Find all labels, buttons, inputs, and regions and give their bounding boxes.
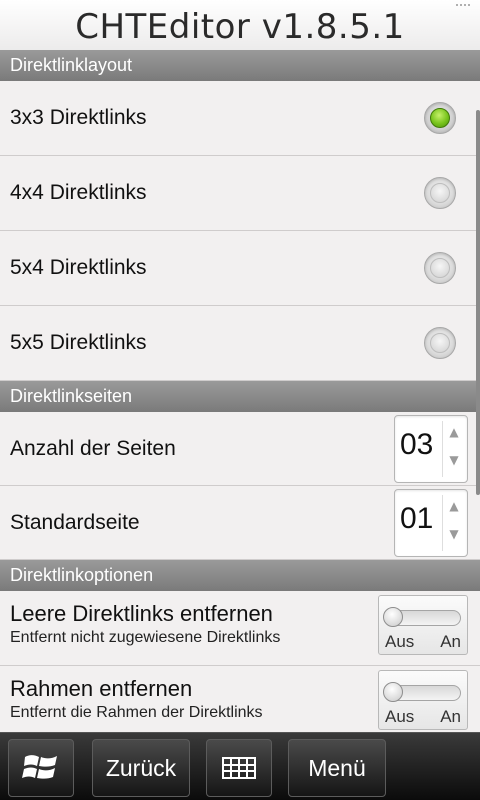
layout-option-4x4[interactable]: 4x4 Direktlinks <box>0 156 480 231</box>
layout-option-label: 3x3 Direktlinks <box>10 106 147 129</box>
keyboard-button[interactable] <box>206 739 272 797</box>
toggle-switch-remove-empty[interactable]: Aus An <box>378 595 468 655</box>
bottom-softkey-bar: Zurück Menü <box>0 732 480 800</box>
option-subtitle: Entfernt nicht zugewiesene Direktlinks <box>10 629 281 646</box>
toggle-switch-remove-frames[interactable]: Aus An <box>378 670 468 730</box>
keyboard-icon <box>222 757 256 779</box>
chevron-up-icon[interactable]: ▲ <box>447 499 461 513</box>
radio-dot <box>430 258 450 278</box>
menu-button[interactable]: Menü <box>288 739 386 797</box>
option-remove-frames-row: Rahmen entfernen Entfernt die Rahmen der… <box>0 666 480 732</box>
toggle-on-label: An <box>440 707 461 726</box>
page-count-label: Anzahl der Seiten <box>10 436 176 460</box>
radio-button[interactable] <box>424 327 456 359</box>
layout-option-5x4[interactable]: 5x4 Direktlinks <box>0 231 480 306</box>
radio-dot <box>430 183 450 203</box>
radio-dot <box>430 108 450 128</box>
back-button[interactable]: Zurück <box>92 739 190 797</box>
page-count-value: 03 <box>400 427 434 461</box>
section-header-layout: Direktlinklayout <box>0 50 480 81</box>
radio-button-selected[interactable] <box>424 102 456 134</box>
default-page-stepper[interactable]: 01 ▲ ▼ <box>394 488 468 557</box>
section-header-pages: Direktlinkseiten <box>0 381 480 412</box>
toggle-knob[interactable] <box>383 607 403 627</box>
windows-logo-icon <box>22 755 57 779</box>
radio-dot <box>430 333 450 353</box>
chevron-down-icon[interactable]: ▼ <box>447 527 461 541</box>
radio-button[interactable] <box>424 177 456 209</box>
page-count-stepper[interactable]: 03 ▲ ▼ <box>394 414 468 483</box>
layout-option-label: 5x5 Direktlinks <box>10 331 147 354</box>
layout-option-5x5[interactable]: 5x5 Direktlinks <box>0 306 480 381</box>
chevron-down-icon[interactable]: ▼ <box>447 453 461 467</box>
toggle-off-label: Aus <box>385 707 415 726</box>
radio-button[interactable] <box>424 252 456 284</box>
windows-start-button[interactable] <box>8 739 74 797</box>
option-remove-empty-row: Leere Direktlinks entfernen Entfernt nic… <box>0 591 480 666</box>
option-subtitle: Entfernt die Rahmen der Direktlinks <box>10 704 263 721</box>
section-header-options: Direktlinkoptionen <box>0 560 480 591</box>
layout-option-label: 4x4 Direktlinks <box>10 181 147 204</box>
stepper-arrows: ▲ ▼ <box>442 494 464 551</box>
app-title: CHTEditor v1.8.5.1 <box>75 7 405 47</box>
scrollbar[interactable] <box>476 110 480 495</box>
app-title-bar: CHTEditor v1.8.5.1 <box>0 0 480 50</box>
default-page-value: 01 <box>400 501 434 535</box>
toggle-on-label: An <box>440 632 461 651</box>
option-title: Leere Direktlinks entfernen <box>10 601 273 626</box>
layout-option-label: 5x4 Direktlinks <box>10 256 147 279</box>
page-count-row: Anzahl der Seiten 03 ▲ ▼ <box>0 412 480 486</box>
settings-content[interactable]: Direktlinklayout 3x3 Direktlinks 4x4 Dir… <box>0 50 480 732</box>
stepper-arrows: ▲ ▼ <box>442 420 464 477</box>
toggle-knob[interactable] <box>383 682 403 702</box>
toggle-off-label: Aus <box>385 632 415 651</box>
option-title: Rahmen entfernen <box>10 676 193 701</box>
corner-indicator <box>456 0 470 6</box>
chevron-up-icon[interactable]: ▲ <box>447 425 461 439</box>
default-page-label: Standardseite <box>10 510 140 534</box>
layout-option-3x3[interactable]: 3x3 Direktlinks <box>0 81 480 156</box>
default-page-row: Standardseite 01 ▲ ▼ <box>0 486 480 560</box>
